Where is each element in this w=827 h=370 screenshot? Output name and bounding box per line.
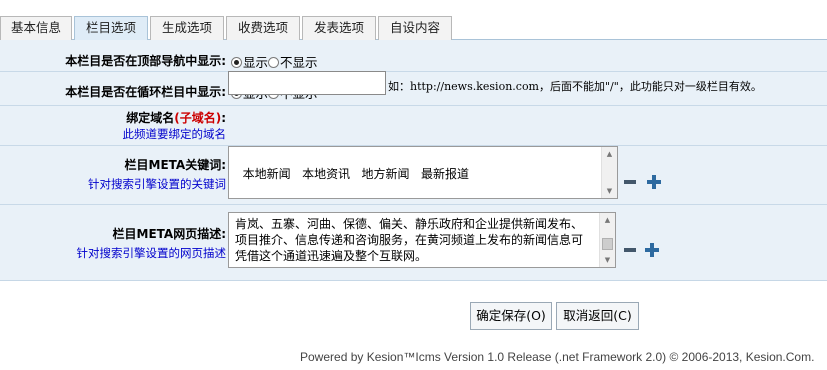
minus-icon[interactable] bbox=[624, 180, 636, 184]
meta-keywords-textarea[interactable]: 本地新闻 本地资讯 地方新闻 最新报道 ▲ ▼ bbox=[228, 146, 618, 199]
top-nav-show-radio[interactable] bbox=[231, 57, 242, 68]
scroll-down-arrow-icon[interactable]: ▼ bbox=[600, 253, 615, 267]
tab-charge-options[interactable]: 收费选项 bbox=[226, 16, 300, 40]
tab-publish-options[interactable]: 发表选项 bbox=[302, 16, 376, 40]
domain-hint: 如：http://news.kesion.com，后面不能加"/"，此功能只对一… bbox=[388, 80, 762, 93]
subdomain-tag: (子域名) bbox=[174, 111, 222, 125]
loop-nav-label-cell: 本栏目是否在循环栏目中显示: bbox=[0, 83, 226, 100]
top-nav-label: 本栏目是否在顶部导航中显示: bbox=[65, 54, 226, 68]
minus-icon[interactable] bbox=[624, 248, 636, 252]
scroll-up-arrow-icon[interactable]: ▲ bbox=[600, 213, 615, 227]
meta-keywords-label-cell: 栏目META关键词: 针对搜索引擎设置的关键词 bbox=[0, 156, 226, 192]
footer-copyright: Powered by Kesion™Icms Version 1.0 Relea… bbox=[300, 350, 815, 364]
domain-help: 此频道要绑定的域名 bbox=[122, 127, 227, 141]
tab-bar: 基本信息 栏目选项 生成选项 收费选项 发表选项 自设内容 bbox=[0, 16, 827, 40]
tab-generate-options[interactable]: 生成选项 bbox=[150, 16, 224, 40]
tab-column-options[interactable]: 栏目选项 bbox=[74, 16, 148, 40]
meta-keywords-text: 本地新闻 本地资讯 地方新闻 最新报道 bbox=[242, 167, 469, 181]
meta-description-scrollbar[interactable]: ▲ ▼ bbox=[599, 213, 615, 267]
plus-icon[interactable] bbox=[647, 175, 661, 189]
top-nav-hide-radio[interactable] bbox=[268, 57, 280, 68]
meta-keywords-label: 栏目META关键词: bbox=[124, 158, 226, 172]
meta-keywords-help: 针对搜索引擎设置的关键词 bbox=[88, 177, 226, 191]
loop-nav-label: 本栏目是否在循环栏目中显示: bbox=[65, 85, 226, 99]
domain-label-cell: 绑定域名(子域名): 此频道要绑定的域名 bbox=[0, 109, 227, 142]
domain-input[interactable] bbox=[228, 71, 386, 95]
meta-keywords-scrollbar[interactable]: ▲ ▼ bbox=[601, 147, 617, 198]
tab-basic-info[interactable]: 基本信息 bbox=[0, 16, 72, 40]
back-button[interactable]: 取消返回(C) bbox=[556, 302, 639, 330]
save-button[interactable]: 确定保存(O) bbox=[470, 302, 552, 330]
top-nav-label-cell: 本栏目是否在顶部导航中显示: bbox=[0, 52, 226, 69]
domain-label: 绑定域名(子域名): bbox=[126, 111, 226, 125]
top-nav-show-label[interactable]: 显示 bbox=[243, 55, 268, 70]
meta-description-help: 针对搜索引擎设置的网页描述 bbox=[76, 246, 227, 260]
tab-custom-content[interactable]: 自设内容 bbox=[378, 16, 452, 40]
meta-description-label-cell: 栏目META网页描述: 针对搜索引擎设置的网页描述 bbox=[0, 225, 227, 261]
meta-description-textarea[interactable]: 肯岚、五寨、河曲、保德、偏关、静乐政府和企业提供新闻发布、项目推介、信息传递和咨… bbox=[228, 212, 616, 268]
top-nav-radio-group: 显示 不显示 bbox=[231, 52, 318, 71]
scroll-thumb[interactable] bbox=[602, 238, 613, 250]
plus-icon[interactable] bbox=[645, 243, 659, 257]
top-nav-hide-label[interactable]: 不显示 bbox=[280, 55, 318, 70]
scroll-down-arrow-icon[interactable]: ▼ bbox=[602, 184, 617, 198]
scroll-up-arrow-icon[interactable]: ▲ bbox=[602, 147, 617, 161]
meta-description-label: 栏目META网页描述: bbox=[112, 227, 226, 241]
meta-description-text: 肯岚、五寨、河曲、保德、偏关、静乐政府和企业提供新闻发布、项目推介、信息传递和咨… bbox=[235, 217, 584, 263]
